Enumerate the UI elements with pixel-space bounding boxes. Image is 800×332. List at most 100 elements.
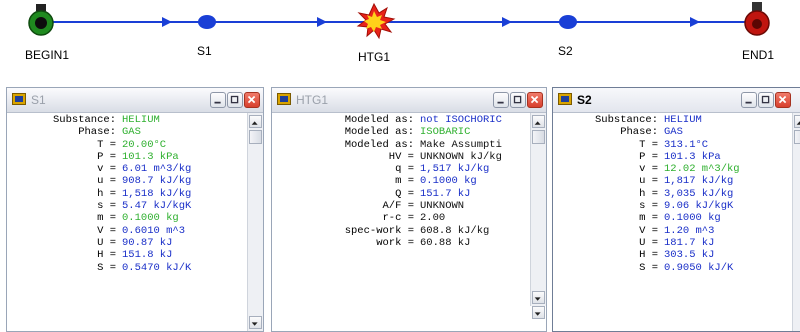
- property-value[interactable]: 0.9050 kJ/K: [664, 262, 733, 274]
- property-value[interactable]: 6.01 m^3/kg: [122, 163, 191, 175]
- horizontal-scrollbar-area[interactable]: [531, 306, 546, 321]
- close-button[interactable]: [244, 92, 260, 108]
- scroll-down-button[interactable]: [532, 306, 545, 319]
- scroll-thumb[interactable]: [532, 130, 545, 144]
- property-value[interactable]: 101.3 kPa: [664, 151, 721, 163]
- scroll-down-button[interactable]: [532, 291, 545, 304]
- property-value[interactable]: UNKNOWN: [420, 200, 464, 212]
- property-value[interactable]: 0.1000 kg: [122, 212, 179, 224]
- property-row: spec-work = 608.8 kJ/kg: [272, 225, 530, 237]
- property-value[interactable]: UNKNOWN kJ/kg: [420, 151, 502, 163]
- property-row: P = 101.3 kPa: [7, 151, 247, 163]
- state-window-s2[interactable]: S2 Substance: HELIUM Phase: GAS T = 313.1°C P …: [552, 87, 800, 332]
- property-value[interactable]: 20.00°C: [122, 139, 166, 151]
- end-node-icon[interactable]: [744, 2, 770, 36]
- scroll-thumb[interactable]: [249, 130, 262, 144]
- window-titlebar[interactable]: S2: [553, 88, 800, 113]
- property-value[interactable]: GAS: [664, 126, 683, 138]
- property-row: work = 60.88 kJ: [272, 237, 530, 249]
- property-label: m =: [97, 212, 116, 225]
- flow-arrow-2: [317, 17, 327, 27]
- property-label: work =: [376, 236, 414, 249]
- property-value[interactable]: 12.02 m^3/kg: [664, 163, 740, 175]
- close-button[interactable]: [527, 92, 543, 108]
- property-value[interactable]: 0.1000 kg: [420, 175, 477, 187]
- property-row: T = 20.00°C: [7, 139, 247, 151]
- property-value[interactable]: 0.5470 kJ/K: [122, 262, 191, 274]
- window-app-icon: [558, 93, 572, 105]
- property-label: V =: [97, 224, 116, 237]
- window-title: HTG1: [296, 93, 329, 107]
- property-value[interactable]: 3,035 kJ/kg: [664, 188, 733, 200]
- property-value[interactable]: GAS: [122, 126, 141, 138]
- property-value[interactable]: 608.8 kJ/kg: [420, 225, 489, 237]
- property-row: Substance: HELIUM: [7, 114, 247, 126]
- property-value[interactable]: 60.88 kJ: [420, 237, 470, 249]
- property-value[interactable]: 90.87 kJ: [122, 237, 172, 249]
- property-row: h = 3,035 kJ/kg: [553, 188, 789, 200]
- property-row: s = 9.06 kJ/kgK: [553, 200, 789, 212]
- property-value[interactable]: 1,518 kJ/kg: [122, 188, 191, 200]
- property-value[interactable]: HELIUM: [664, 114, 702, 126]
- maximize-button[interactable]: [510, 92, 526, 108]
- property-value[interactable]: 0.6010 m^3: [122, 225, 185, 237]
- maximize-button[interactable]: [758, 92, 774, 108]
- state-window-s1[interactable]: S1 Substance: HELIUM Phase: GAS T = 20.00°C P …: [6, 87, 264, 332]
- property-label: spec-work =: [344, 224, 414, 237]
- property-value[interactable]: ISOBARIC: [420, 126, 470, 138]
- property-value[interactable]: not ISOCHORIC: [420, 114, 502, 126]
- state-node-s1-icon[interactable]: [198, 15, 216, 29]
- window-titlebar[interactable]: HTG1: [272, 88, 546, 113]
- property-value[interactable]: 1,817 kJ/kg: [664, 175, 733, 187]
- property-row: Phase: GAS: [553, 126, 789, 138]
- property-value[interactable]: HELIUM: [122, 114, 160, 126]
- minimize-button[interactable]: [493, 92, 509, 108]
- minimize-button[interactable]: [741, 92, 757, 108]
- chevron-down-icon: [534, 312, 541, 316]
- property-label: s =: [97, 200, 116, 213]
- property-label: Phase:: [78, 126, 116, 139]
- state-node-s2-icon[interactable]: [559, 15, 577, 29]
- property-value[interactable]: 101.3 kPa: [122, 151, 179, 163]
- property-value[interactable]: 151.7 kJ: [420, 188, 470, 200]
- property-label: u =: [97, 175, 116, 188]
- property-label: Substance:: [594, 114, 658, 126]
- scroll-thumb[interactable]: [794, 130, 800, 144]
- property-value[interactable]: 9.06 kJ/kgK: [664, 200, 733, 212]
- property-value[interactable]: 303.5 kJ: [664, 249, 714, 261]
- property-label: V =: [639, 224, 658, 237]
- property-value[interactable]: 1.20 m^3: [664, 225, 714, 237]
- scroll-down-button[interactable]: [249, 316, 262, 329]
- property-label: Q =: [395, 187, 414, 200]
- property-row: q = 1,517 kJ/kg: [272, 163, 530, 175]
- minimize-button[interactable]: [210, 92, 226, 108]
- property-value[interactable]: 5.47 kJ/kgK: [122, 200, 191, 212]
- property-label: S =: [97, 261, 116, 274]
- vertical-scrollbar[interactable]: [247, 113, 263, 331]
- property-value[interactable]: 2.00: [420, 212, 445, 224]
- scroll-up-button[interactable]: [249, 115, 262, 128]
- property-value[interactable]: 1,517 kJ/kg: [420, 163, 489, 175]
- scroll-up-button[interactable]: [794, 115, 800, 128]
- window-titlebar[interactable]: S1: [7, 88, 263, 113]
- property-label: S =: [639, 261, 658, 274]
- vertical-scrollbar[interactable]: [530, 113, 546, 306]
- property-label: T =: [639, 138, 658, 151]
- maximize-button[interactable]: [227, 92, 243, 108]
- close-button[interactable]: [775, 92, 791, 108]
- device-window-htg1[interactable]: HTG1 Modeled as: not ISOCHORIC Modeled as:…: [271, 87, 547, 332]
- property-value[interactable]: 313.1°C: [664, 139, 708, 151]
- window-app-icon: [277, 93, 291, 105]
- property-value[interactable]: 151.8 kJ: [122, 249, 172, 261]
- property-label: m =: [639, 212, 658, 225]
- vertical-scrollbar[interactable]: [792, 113, 800, 331]
- property-value[interactable]: 908.7 kJ/kg: [122, 175, 191, 187]
- property-label: q =: [395, 163, 414, 176]
- scroll-up-button[interactable]: [532, 115, 545, 128]
- property-row: u = 908.7 kJ/kg: [7, 175, 247, 187]
- begin-node-icon[interactable]: [28, 4, 54, 36]
- property-value[interactable]: 0.1000 kg: [664, 212, 721, 224]
- property-value[interactable]: 181.7 kJ: [664, 237, 714, 249]
- property-value[interactable]: Make Assumpti: [420, 139, 502, 151]
- property-list: Modeled as: not ISOCHORIC Modeled as: ISOBA…: [272, 113, 530, 331]
